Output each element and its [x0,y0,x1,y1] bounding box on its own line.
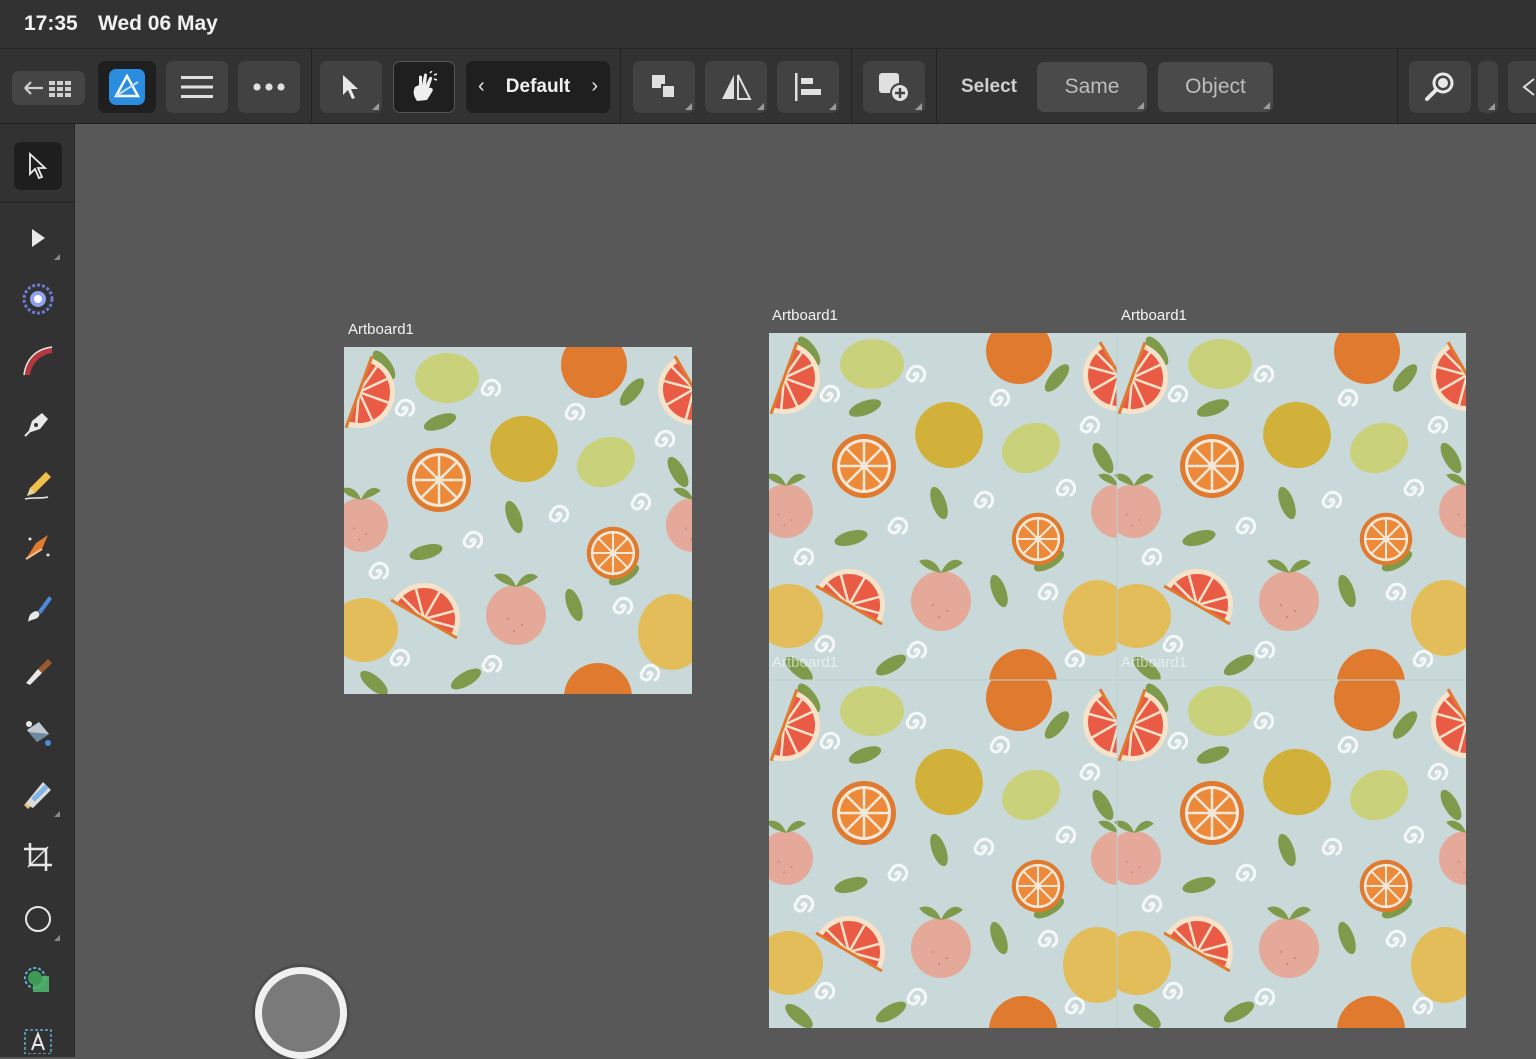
tools-panel [0,124,75,1057]
zoom-options-button[interactable] [1478,61,1498,113]
back-to-home-button[interactable] [12,71,85,105]
status-time: 17:35 [24,12,78,35]
select-object-button[interactable]: Object [1158,62,1273,112]
vector-brush-tool[interactable] [14,523,62,571]
zoom-button[interactable] [1409,61,1471,113]
document-canvas[interactable]: Artboard1 Artboard1 Artboard1 Artboard1 … [76,124,1536,1057]
select-object-label: Object [1185,75,1246,98]
transparency-tool-icon [23,782,51,810]
select-label: Select [961,76,1017,97]
toolbar-divider [851,49,852,125]
affinity-designer-logo-icon [109,69,145,105]
pen-tool[interactable] [14,399,62,447]
artboard-single[interactable] [344,347,692,694]
pencil-arc-tool[interactable] [14,337,62,385]
flip-button[interactable] [705,61,767,113]
fruit-pattern-grid [769,333,1466,1028]
more-options-button[interactable] [238,61,300,113]
artboard-label[interactable]: Artboard1 [1121,307,1187,324]
artboard-label[interactable]: Artboard1 [348,321,414,338]
pencil-arc-icon [23,346,53,376]
paint-brush-icon [28,596,52,622]
arrange-layers-icon [652,75,676,99]
shape-builder-icon [24,967,49,992]
gesture-mode-button[interactable] [393,61,455,113]
select-same-label: Same [1064,75,1120,98]
chevron-right-icon[interactable]: › [591,75,598,98]
corner-tool-icon [22,283,54,315]
toolbar-divider [620,49,621,125]
record-button[interactable] [255,967,347,1059]
status-date: Wed 06 May [98,12,218,35]
toolbar-divider [1397,49,1398,125]
chevron-left-icon[interactable]: ‹ [478,75,485,98]
toolbar-divider [936,49,937,125]
paint-brush-tool[interactable] [14,585,62,633]
hamburger-menu-icon [181,76,213,98]
artistic-text-icon [24,1029,52,1054]
crop-tool[interactable] [14,833,62,881]
arrow-pointer-icon [343,75,358,99]
move-tool[interactable] [14,142,62,190]
artboard-label[interactable]: Artboard1 [772,654,838,671]
magnifier-icon [1425,72,1454,101]
selection-mode-button[interactable] [320,61,382,113]
fruit-pattern-tile [344,347,692,694]
artistic-text-tool[interactable] [14,1019,62,1059]
align-left-icon [795,73,821,101]
artboard-label[interactable]: Artboard1 [772,307,838,324]
select-same-button[interactable]: Same [1037,62,1147,112]
persona-selector[interactable]: ‹ Default › [466,61,610,113]
align-button[interactable] [777,61,839,113]
persona-label: Default [505,76,571,97]
flip-horizontal-icon [722,74,752,100]
arrange-button[interactable] [633,61,695,113]
artboard-repeat-grid[interactable] [769,333,1466,1028]
top-toolbar: ‹ Default › Select Same Object [0,48,1536,125]
main-menu-button[interactable] [166,61,228,113]
tools-separator [0,202,75,203]
move-tool-icon [29,152,48,180]
transparency-tool[interactable] [14,771,62,819]
ellipsis-icon [253,83,285,91]
status-bar: 17:35 Wed 06 May [0,0,1536,48]
panel-tab-icon [1522,78,1535,96]
fill-tool-icon [26,721,51,746]
corner-tool[interactable] [14,275,62,323]
pen-tool-icon [24,413,48,437]
ellipse-icon [25,906,51,932]
crop-icon [24,843,52,871]
pencil-tool[interactable] [14,461,62,509]
insert-button[interactable] [863,61,925,113]
fill-tool[interactable] [14,709,62,757]
knife-tool[interactable] [14,647,62,695]
shape-builder-tool[interactable] [14,957,62,1005]
node-tool-icon [32,229,45,247]
node-tool[interactable] [14,214,62,262]
toolbar-divider [311,49,312,125]
hand-gesture-icon [413,71,438,101]
pencil-tool-icon [24,472,51,500]
back-arrow-grid-icon [23,81,71,97]
ellipse-tool[interactable] [14,895,62,943]
vector-brush-icon [25,535,50,560]
knife-icon [26,659,52,685]
add-shape-icon [879,73,910,103]
studio-toggle-button[interactable] [1508,61,1536,113]
artboard-label[interactable]: Artboard1 [1121,654,1187,671]
designer-persona-button[interactable] [98,61,156,113]
